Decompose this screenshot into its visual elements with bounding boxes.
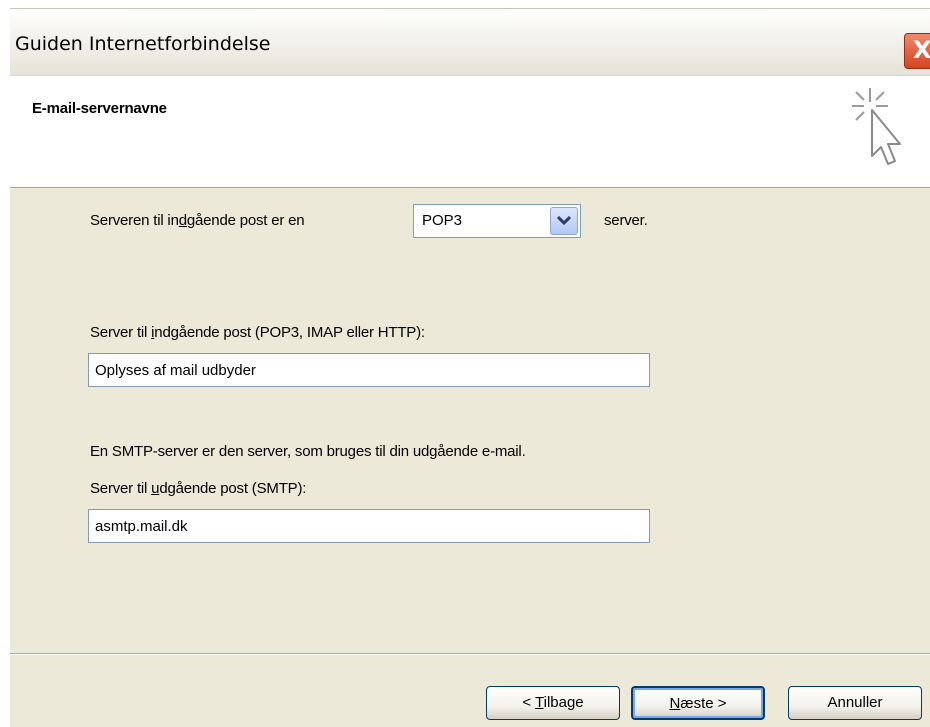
outgoing-server-label: Server til udgående post (SMTP): bbox=[90, 480, 307, 497]
server-type-label: Serveren til indgående post er en bbox=[90, 212, 305, 229]
server-type-dropdown[interactable]: POP3 bbox=[413, 204, 581, 238]
wizard-window: Guiden Internetforbindelse X E-mail-serv… bbox=[10, 8, 930, 727]
wizard-header: E-mail-servernavne bbox=[10, 76, 930, 188]
incoming-server-input[interactable] bbox=[88, 353, 650, 387]
title-bar: Guiden Internetforbindelse X bbox=[10, 8, 930, 76]
button-separator bbox=[10, 653, 930, 655]
page-title: E-mail-servernavne bbox=[32, 100, 167, 117]
wizard-cursor-sparkle-icon bbox=[852, 88, 901, 165]
dropdown-arrow-button[interactable] bbox=[550, 207, 578, 235]
server-type-value: POP3 bbox=[422, 212, 463, 229]
next-button[interactable]: Næste > bbox=[631, 686, 765, 720]
window-title: Guiden Internetforbindelse bbox=[15, 33, 271, 55]
wizard-body: Serveren til indgående post er en POP3 s… bbox=[10, 188, 930, 727]
incoming-server-label: Server til indgående post (POP3, IMAP el… bbox=[90, 324, 425, 341]
close-button[interactable]: X bbox=[904, 33, 930, 69]
close-icon: X bbox=[913, 36, 930, 64]
cancel-button[interactable]: Annuller bbox=[788, 686, 922, 720]
chevron-down-icon bbox=[557, 216, 571, 226]
outgoing-server-input[interactable] bbox=[88, 509, 650, 543]
smtp-info-text: En SMTP-server er den server, som bruges… bbox=[90, 443, 526, 460]
server-suffix-label: server. bbox=[604, 212, 648, 229]
back-button[interactable]: < Tilbage bbox=[486, 686, 620, 720]
